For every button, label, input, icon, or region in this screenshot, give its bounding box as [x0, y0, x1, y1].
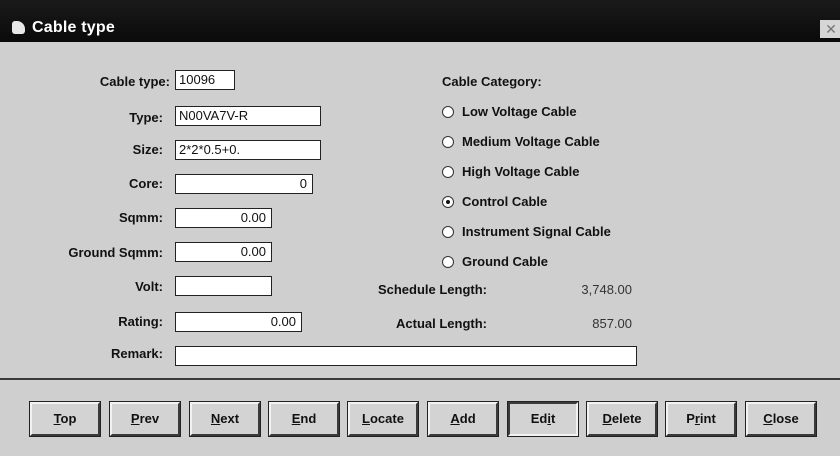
type-label: Type:	[129, 110, 163, 125]
radio-label: Medium Voltage Cable	[462, 134, 600, 149]
radio-label: Control Cable	[462, 194, 548, 209]
actual-length-label: Actual Length:	[396, 316, 487, 331]
end-button[interactable]: End	[268, 401, 340, 437]
close-button[interactable]: Close	[745, 401, 817, 437]
radio-label: Ground Cable	[462, 254, 548, 269]
volt-field[interactable]	[175, 276, 272, 296]
cable-type-window: Cable type ✕ Cable type: Type: Size: Cor…	[0, 0, 840, 456]
cable-category-title: Cable Category:	[442, 74, 542, 89]
add-button[interactable]: Add	[427, 401, 499, 437]
radio-button-icon	[442, 106, 454, 118]
sqmm-label: Sqmm:	[118, 210, 163, 225]
radio-button-icon	[442, 256, 454, 268]
sqmm-field[interactable]: 0.00	[175, 208, 272, 228]
radio-selected-icon	[442, 196, 454, 208]
schedule-length-label: Schedule Length:	[377, 282, 487, 297]
cable-type-label: Cable type:	[99, 74, 170, 89]
core-label: Core:	[129, 176, 163, 191]
core-field[interactable]: 0	[175, 174, 313, 194]
volt-label: Volt:	[135, 279, 163, 294]
type-field[interactable]: N00VA7V-R	[175, 106, 321, 126]
ground-sqmm-field[interactable]: 0.00	[175, 242, 272, 262]
rating-label: Rating:	[118, 314, 163, 329]
rating-field[interactable]: 0.00	[175, 312, 302, 332]
radio-label: Low Voltage Cable	[462, 104, 577, 119]
window-menu-icon[interactable]	[12, 21, 25, 34]
radio-button-icon	[442, 166, 454, 178]
print-button[interactable]: Print	[665, 401, 737, 437]
cable-type-field[interactable]: 10096	[175, 70, 235, 90]
schedule-length-value: 3,748.00	[581, 282, 632, 297]
prev-button[interactable]: Prev	[109, 401, 181, 437]
close-window-icon[interactable]: ✕	[820, 20, 840, 38]
radio-label: Instrument Signal Cable	[462, 224, 611, 239]
top-button[interactable]: Top	[29, 401, 101, 437]
edit-button[interactable]: Edit	[507, 401, 579, 437]
window-title: Cable type	[32, 19, 115, 36]
radio-label: High Voltage Cable	[462, 164, 580, 179]
remark-label: Remark:	[110, 346, 163, 361]
radio-button-icon	[442, 226, 454, 238]
size-label: Size:	[132, 142, 163, 157]
remark-field[interactable]	[175, 346, 637, 366]
actual-length-value: 857.00	[592, 316, 632, 331]
next-button[interactable]: Next	[189, 401, 261, 437]
locate-button[interactable]: Locate	[347, 401, 419, 437]
delete-button[interactable]: Delete	[586, 401, 658, 437]
ground-sqmm-label: Ground Sqmm:	[68, 245, 163, 260]
size-field[interactable]: 2*2*0.5+0.	[175, 140, 321, 160]
title-bar[interactable]: Cable type ✕	[0, 0, 840, 42]
radio-button-icon	[442, 136, 454, 148]
